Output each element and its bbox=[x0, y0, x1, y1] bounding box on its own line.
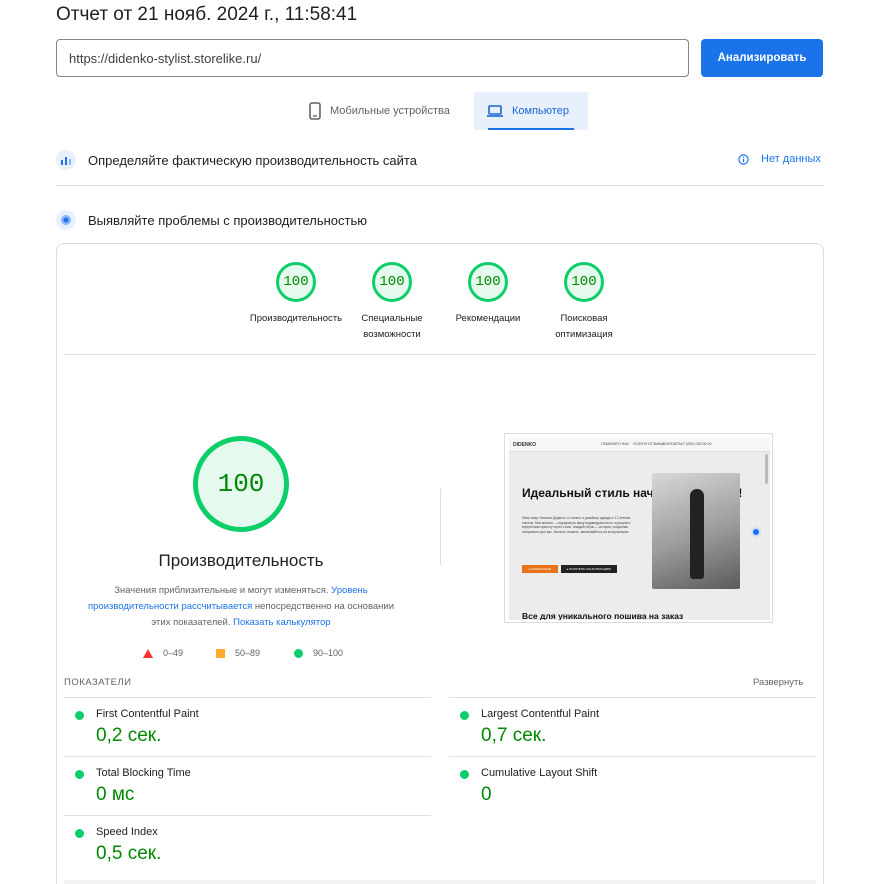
metrics-header: ПОКАЗАТЕЛИ bbox=[64, 677, 132, 688]
gauge-label: Рекомендации bbox=[455, 313, 521, 324]
lab-flask-icon bbox=[56, 210, 76, 230]
screenshot-hero-text: Меня зовут Наталья Диденко, я стилист и … bbox=[522, 516, 631, 534]
tab-mobile[interactable]: Мобильные устройства bbox=[296, 92, 472, 130]
screenshot-nav-link: ОТЗЫВЫ bbox=[648, 442, 664, 446]
analyze-button[interactable]: Анализировать bbox=[701, 39, 823, 77]
metric-speed-index: Speed Index 0,5 сек. bbox=[64, 815, 431, 874]
category-gauge-accessibility[interactable]: 100 Специальные возможности bbox=[342, 262, 442, 343]
metric-cls: Cumulative Layout Shift 0 bbox=[449, 756, 816, 815]
metric-name: Cumulative Layout Shift bbox=[481, 767, 598, 779]
legend-average: 50–89 bbox=[216, 648, 260, 658]
legend-fail: 0–49 bbox=[143, 648, 183, 658]
tab-desktop-label: Компьютер bbox=[512, 105, 569, 117]
report-card: 100 Производительность 100 Специальные в… bbox=[56, 243, 824, 884]
screenshot-scrollbar bbox=[765, 454, 768, 484]
legend-pass: 90–100 bbox=[294, 648, 343, 658]
screenshot-secondary-button: ▸ ПОЛУЧИТЬ КОНСУЛЬТАЦИЮ bbox=[561, 565, 617, 573]
desc-text: Значения приблизительные и могут изменят… bbox=[114, 585, 332, 596]
metric-value: 0,7 сек. bbox=[481, 725, 547, 746]
category-gauge-best-practices[interactable]: 100 Рекомендации bbox=[438, 262, 538, 327]
screenshot-nav: DIDENKO ГЛАВНАЯ О НАС УСЛУГИ ОТЗЫВЫ КОНТ… bbox=[509, 438, 770, 452]
screenshot-expand-icon[interactable] bbox=[751, 527, 761, 537]
legend-average-label: 50–89 bbox=[235, 648, 261, 658]
lab-data-section: Выявляйте проблемы с производительностью bbox=[56, 210, 367, 230]
users-chart-icon bbox=[56, 150, 76, 170]
vertical-divider bbox=[440, 489, 441, 565]
show-calculator-link[interactable]: Показать калькулятор bbox=[233, 617, 330, 628]
category-gauge-seo[interactable]: 100 Поисковая оптимизация bbox=[534, 262, 634, 343]
report-title: Отчет от 21 нояб. 2024 г., 11:58:41 bbox=[56, 4, 358, 25]
page-screenshot: DIDENKO ГЛАВНАЯ О НАС УСЛУГИ ОТЗЫВЫ КОНТ… bbox=[504, 433, 773, 623]
metric-name: First Contentful Paint bbox=[96, 708, 199, 720]
metric-value: 0 мс bbox=[96, 784, 135, 805]
url-input[interactable] bbox=[56, 39, 689, 77]
pass-indicator-icon bbox=[75, 711, 84, 720]
screenshot-photo bbox=[652, 473, 740, 589]
legend-fail-label: 0–49 bbox=[163, 648, 184, 658]
screenshot-nav-link: УСЛУГИ bbox=[633, 442, 647, 446]
screenshot-nav-link: КОНТАКТЫ bbox=[663, 442, 683, 446]
metric-fcp: First Contentful Paint 0,2 сек. bbox=[64, 697, 431, 756]
laptop-icon bbox=[487, 105, 503, 117]
divider bbox=[56, 185, 824, 186]
metric-name: Largest Contentful Paint bbox=[481, 708, 600, 720]
gauge-score: 100 bbox=[468, 262, 508, 302]
metric-lcp: Largest Contentful Paint 0,7 сек. bbox=[449, 697, 816, 756]
metric-value: 0,5 сек. bbox=[96, 843, 162, 864]
circle-icon bbox=[294, 648, 303, 658]
no-data-label: Нет данных bbox=[761, 153, 821, 165]
divider bbox=[64, 354, 816, 355]
field-data-section: Определяйте фактическую производительнос… bbox=[56, 150, 417, 170]
screenshot-logo: DIDENKO bbox=[513, 442, 537, 448]
field-data-title: Определяйте фактическую производительнос… bbox=[88, 152, 417, 168]
legend-pass-label: 90–100 bbox=[313, 648, 344, 658]
info-icon bbox=[738, 153, 749, 165]
category-gauge-performance[interactable]: 100 Производительность bbox=[246, 262, 346, 327]
screenshot-subtitle: Все для уникального пошива на заказ bbox=[522, 611, 684, 620]
performance-title: Производительность bbox=[158, 551, 324, 570]
tab-mobile-label: Мобильные устройства bbox=[330, 105, 450, 117]
gauge-label: Производительность bbox=[249, 313, 343, 324]
gauge-score: 100 bbox=[372, 262, 412, 302]
lab-data-title: Выявляйте проблемы с производительностью bbox=[88, 212, 368, 228]
triangle-icon bbox=[143, 648, 153, 658]
pass-indicator-icon bbox=[460, 770, 469, 779]
screenshot-nav-link: О НАС bbox=[618, 442, 630, 446]
gauge-label: Специальные возможности bbox=[361, 313, 423, 340]
screenshot-person bbox=[690, 489, 704, 579]
pass-indicator-icon bbox=[75, 829, 84, 838]
no-data-link[interactable]: Нет данных bbox=[738, 153, 821, 165]
pass-indicator-icon bbox=[75, 770, 84, 779]
metric-name: Total Blocking Time bbox=[96, 767, 191, 779]
screenshot-nav-link: ГЛАВНАЯ bbox=[601, 442, 618, 446]
bottom-bar bbox=[64, 880, 816, 884]
expand-toggle[interactable]: Развернуть bbox=[753, 677, 803, 688]
screenshot-nav-link: +7 (000) 000 00 00 bbox=[681, 442, 712, 446]
metric-value: 0 bbox=[481, 784, 492, 805]
pass-indicator-icon bbox=[460, 711, 469, 720]
gauge-label: Поисковая оптимизация bbox=[555, 313, 613, 340]
screenshot-primary-button: ▸ ЗАПИСАТЬСЯ bbox=[522, 565, 558, 573]
metric-name: Speed Index bbox=[96, 826, 158, 838]
metric-tbt: Total Blocking Time 0 мс bbox=[64, 756, 431, 815]
metric-value: 0,2 сек. bbox=[96, 725, 162, 746]
tab-desktop[interactable]: Компьютер bbox=[474, 92, 588, 130]
gauge-score: 100 bbox=[276, 262, 316, 302]
performance-gauge: 100 bbox=[193, 436, 289, 532]
performance-description: Значения приблизительные и могут изменят… bbox=[81, 583, 401, 631]
square-icon bbox=[216, 648, 225, 658]
screenshot-content: DIDENKO ГЛАВНАЯ О НАС УСЛУГИ ОТЗЫВЫ КОНТ… bbox=[509, 438, 770, 620]
gauge-score: 100 bbox=[564, 262, 604, 302]
smartphone-icon bbox=[309, 102, 321, 120]
